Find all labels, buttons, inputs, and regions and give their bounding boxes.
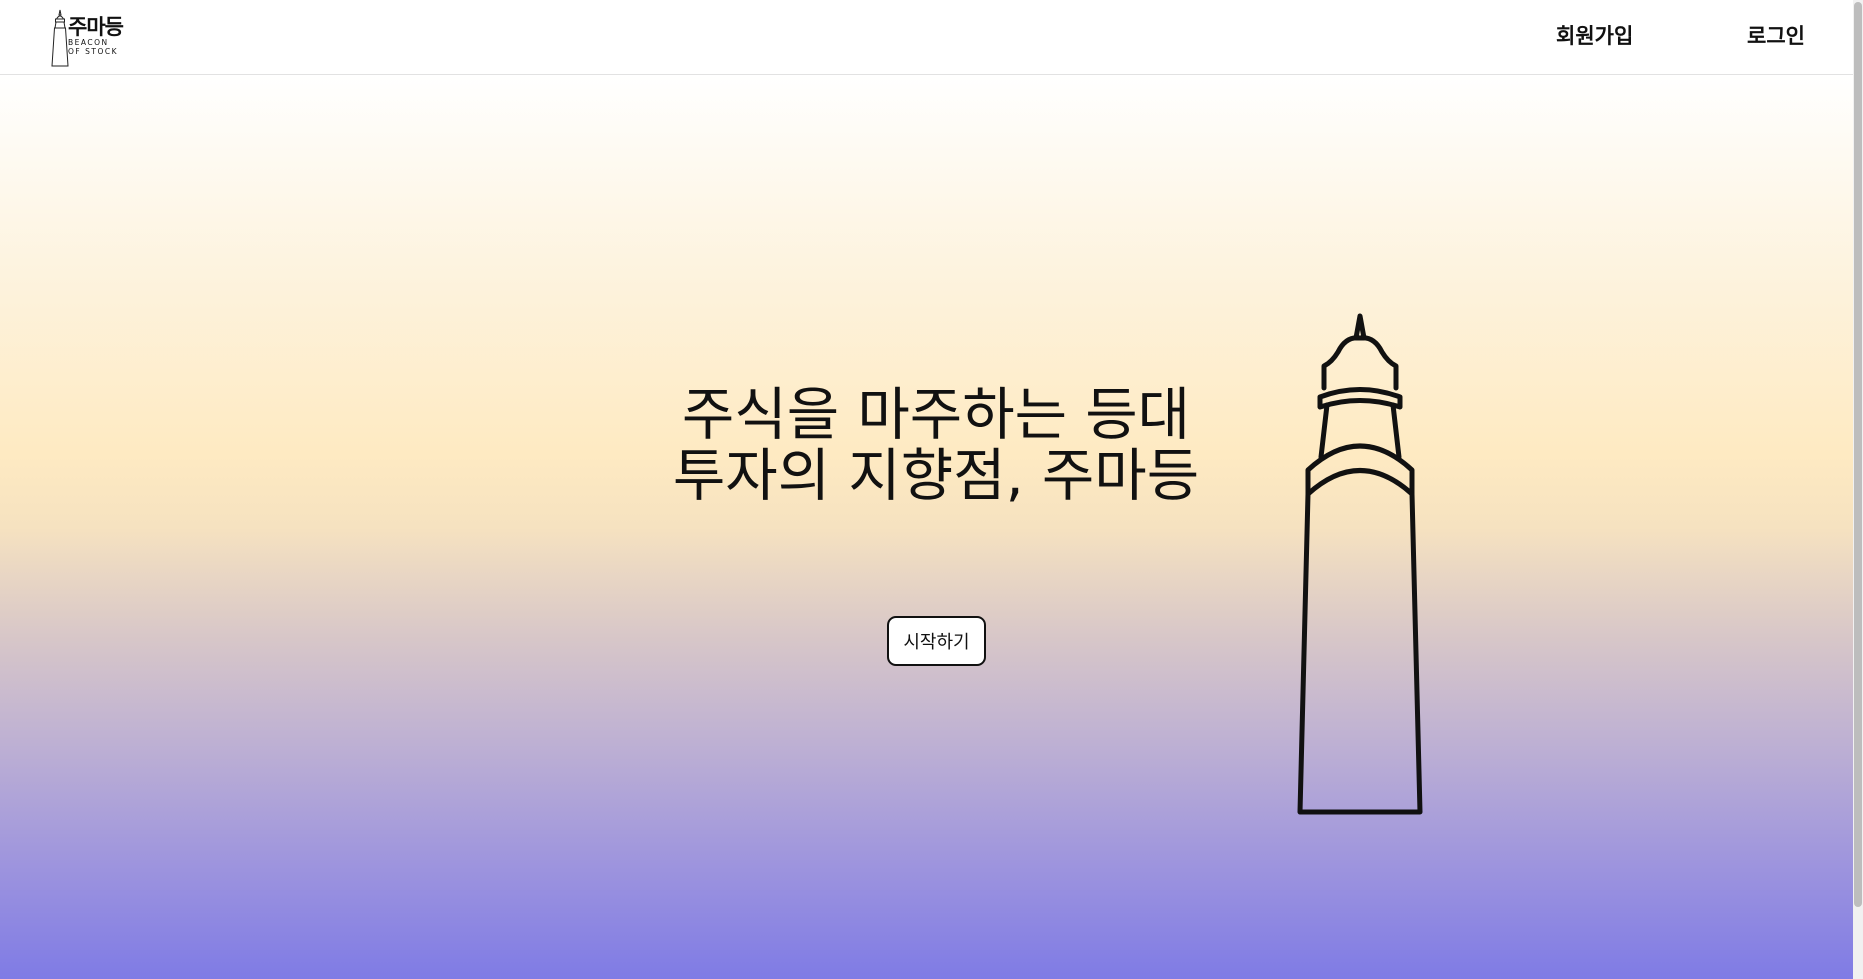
top-navbar: 주마등 BEACON OF STOCK 회원가입 로그인 bbox=[0, 0, 1853, 75]
hero-headline: 주식을 마주하는 등대 투자의 지향점, 주마등 bbox=[673, 385, 1199, 507]
hero-section bbox=[0, 75, 1853, 979]
logo-text: 주마등 BEACON OF STOCK bbox=[68, 15, 124, 57]
logo-subtitle-2: OF STOCK bbox=[68, 47, 119, 56]
brand-logo[interactable]: 주마등 BEACON OF STOCK bbox=[50, 8, 130, 70]
lighthouse-icon bbox=[1297, 313, 1423, 815]
signup-link[interactable]: 회원가입 bbox=[1556, 22, 1633, 50]
login-link[interactable]: 로그인 bbox=[1747, 22, 1805, 50]
logo-title: 주마등 bbox=[68, 15, 124, 39]
scrollbar-thumb[interactable] bbox=[1854, 2, 1862, 907]
start-button[interactable]: 시작하기 bbox=[887, 616, 986, 666]
hero-headline-line-2: 투자의 지향점, 주마등 bbox=[672, 443, 1200, 509]
lighthouse-logo-icon bbox=[51, 9, 69, 67]
logo-subtitle-1: BEACON bbox=[68, 38, 109, 47]
landing-page: 주마등 BEACON OF STOCK 회원가입 로그인 주식을 마주하는 등대… bbox=[0, 0, 1863, 979]
hero-headline-line-1: 주식을 마주하는 등대 bbox=[681, 382, 1191, 448]
vertical-scrollbar[interactable] bbox=[1853, 0, 1863, 979]
